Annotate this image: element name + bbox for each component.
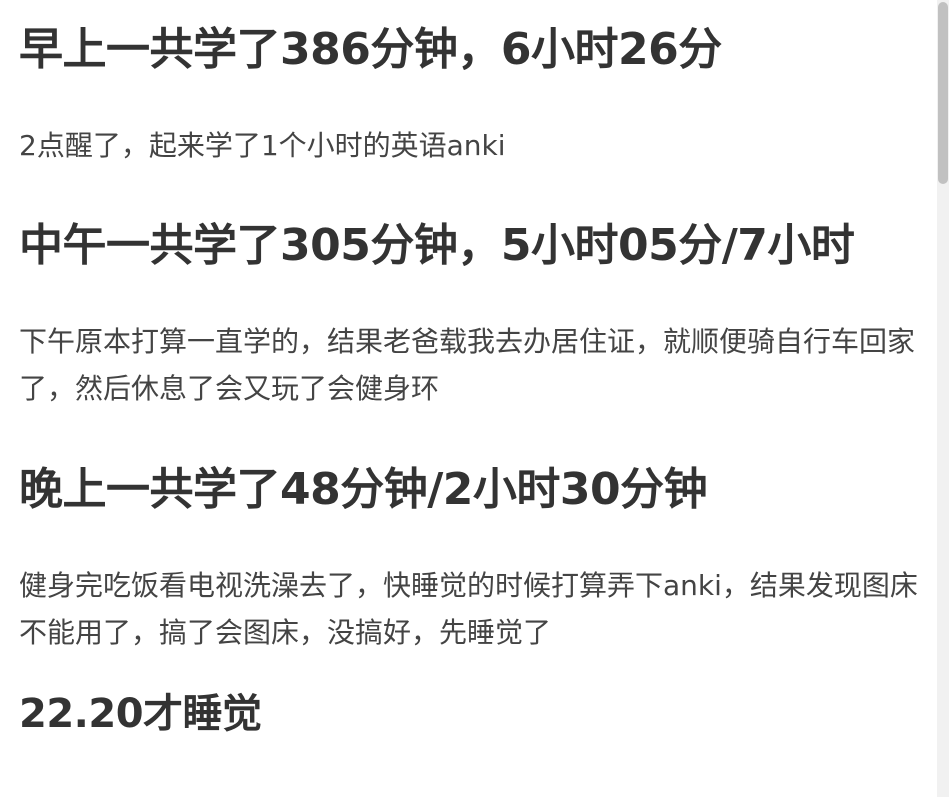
sleep-time-heading: 22.20才睡觉	[19, 691, 262, 737]
morning-text: 2点醒了，起来学了1个小时的英语anki	[19, 129, 506, 162]
scrollbar-thumb[interactable]	[938, 2, 948, 184]
morning-heading: 早上一共学了386分钟，6小时26分	[19, 24, 722, 75]
noon-text: 下午原本打算一直学的，结果老爸载我去办居住证，就顺便骑自行车回家了，然后休息了会…	[19, 325, 916, 405]
evening-heading: 晚上一共学了48分钟/2小时30分钟	[19, 464, 708, 515]
vertical-scrollbar[interactable]	[937, 0, 949, 797]
evening-text: 健身完吃饭看电视洗澡去了，快睡觉的时候打算弄下anki，结果发现图床不能用了，搞…	[19, 569, 918, 649]
noon-heading: 中午一共学了305分钟，5小时05分/7小时	[19, 220, 855, 271]
